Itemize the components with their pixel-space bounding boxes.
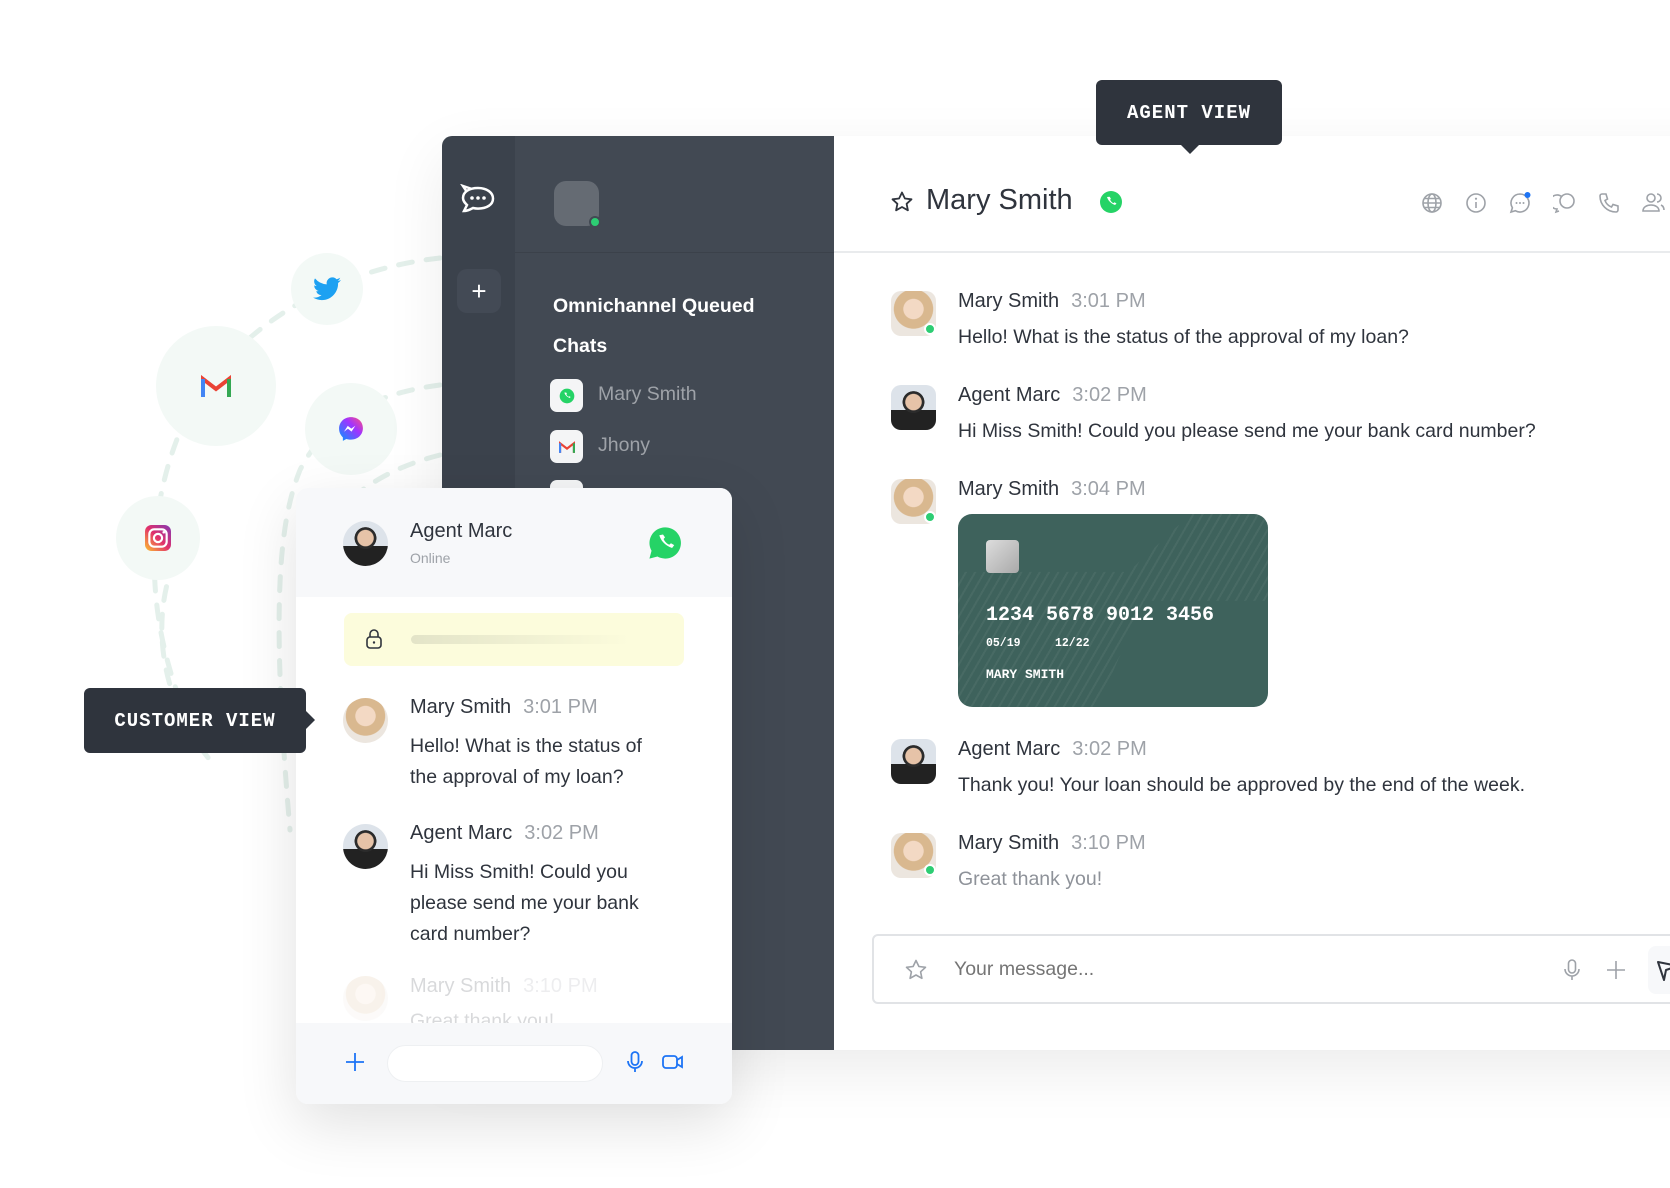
rocketchat-logo-icon — [460, 184, 495, 213]
plus-icon[interactable] — [1604, 958, 1628, 982]
online-status-dot — [589, 216, 601, 228]
message-header: Agent Marc 3:02 PM — [410, 822, 599, 845]
message-text: Hi Miss Smith! Could you please send me … — [958, 420, 1536, 442]
avatar — [343, 824, 388, 869]
chat-room-title: Mary Smith — [926, 184, 1073, 216]
card-holder: MARY SMITH — [986, 667, 1065, 682]
message-time: 3:01 PM — [1071, 290, 1146, 312]
message-time: 3:04 PM — [1071, 478, 1146, 500]
message-author: Agent Marc — [958, 384, 1061, 406]
messenger-icon — [305, 383, 397, 475]
whatsapp-icon — [1100, 191, 1122, 213]
whatsapp-icon — [649, 527, 681, 559]
message-header: Mary Smith 3:01 PM — [410, 696, 598, 719]
message-author: Agent Marc — [958, 738, 1061, 760]
twitter-icon — [291, 253, 363, 325]
send-button[interactable] — [1648, 946, 1670, 994]
message-author: Agent Marc — [410, 822, 513, 844]
globe-icon[interactable] — [1420, 191, 1444, 215]
sidebar-item-mary-smith[interactable]: Mary Smith — [550, 379, 810, 413]
message-time: 3:10 PM — [523, 975, 598, 997]
plus-icon[interactable] — [343, 1050, 367, 1074]
widget-composer — [296, 1023, 732, 1104]
phone-icon[interactable] — [1597, 191, 1621, 215]
message-author: Mary Smith — [958, 832, 1060, 854]
sidebar-item-label: Jhony — [598, 434, 651, 456]
message-time: 3:02 PM — [524, 822, 599, 844]
create-new-button[interactable]: + — [457, 269, 501, 313]
message-author: Mary Smith — [958, 478, 1060, 500]
message-header: Mary Smith 3:10 PM — [410, 975, 598, 998]
message-text: Great thank you! — [958, 868, 1103, 890]
online-status-dot — [924, 864, 936, 876]
card-chip-icon — [986, 540, 1019, 573]
members-icon[interactable] — [1641, 191, 1665, 215]
bank-card-attachment[interactable]: 1234 5678 9012 3456 05/19 12/22 MARY SMI… — [958, 514, 1268, 707]
online-status-dot — [924, 511, 936, 523]
message-text: Hi Miss Smith! Could you please send me … — [410, 861, 639, 945]
message-text: Hello! What is the status of the approva… — [410, 735, 642, 788]
threads-icon[interactable] — [1553, 191, 1577, 215]
widget-message-input[interactable] — [387, 1045, 603, 1082]
microphone-icon[interactable] — [1560, 958, 1584, 982]
message-header: Agent Marc 3:02 PM — [958, 738, 1147, 761]
lock-icon — [366, 629, 382, 649]
message-time: 3:02 PM — [1072, 738, 1147, 760]
avatar — [343, 976, 388, 1021]
gmail-icon — [550, 430, 583, 463]
sidebar-item-label: Mary Smith — [598, 383, 697, 405]
message-author: Mary Smith — [958, 290, 1060, 312]
info-icon[interactable] — [1464, 191, 1488, 215]
online-status-dot — [924, 323, 936, 335]
avatar — [343, 698, 388, 743]
avatar — [891, 385, 936, 430]
microphone-icon[interactable] — [623, 1050, 647, 1074]
message-header: Mary Smith 3:04 PM — [958, 478, 1146, 501]
message-time: 3:10 PM — [1071, 832, 1146, 854]
message-text: Hello! What is the status of the approva… — [958, 326, 1409, 348]
card-valid-thru: 12/22 — [1055, 637, 1090, 650]
agent-view-label: AGENT VIEW — [1096, 80, 1282, 145]
sidebar-item-jhony[interactable]: Jhony — [550, 430, 810, 464]
message-header: Agent Marc 3:02 PM — [958, 384, 1147, 407]
message-text: Thank you! Your loan should be approved … — [958, 774, 1525, 796]
message-author: Mary Smith — [410, 975, 512, 997]
message-time: 3:02 PM — [1072, 384, 1147, 406]
message-composer — [872, 934, 1670, 1004]
card-valid-from: 05/19 — [986, 637, 1021, 650]
sidebar-section-title: Omnichannel Queued Chats — [553, 295, 755, 357]
encrypted-notice — [344, 613, 684, 666]
send-icon — [1657, 961, 1670, 981]
gmail-icon — [156, 326, 276, 446]
message-input[interactable] — [954, 952, 1394, 986]
agent-status: Online — [410, 550, 451, 566]
card-number: 1234 5678 9012 3456 — [986, 604, 1215, 627]
message-header: Mary Smith 3:10 PM — [958, 832, 1146, 855]
instagram-icon — [116, 496, 200, 580]
message-header: Mary Smith 3:01 PM — [958, 290, 1146, 313]
customer-chat-widget: Agent Marc Online Mary Smith 3:01 PM Hell… — [296, 488, 732, 1104]
message-author: Mary Smith — [410, 696, 512, 718]
customer-view-label: CUSTOMER VIEW — [84, 688, 306, 753]
favorite-star-icon[interactable] — [890, 190, 914, 214]
emoji-star-icon[interactable] — [904, 958, 928, 982]
whatsapp-icon — [550, 379, 583, 412]
agent-avatar — [343, 521, 388, 566]
video-call-icon[interactable] — [661, 1050, 685, 1074]
discussion-icon[interactable] — [1508, 191, 1532, 215]
message-time: 3:01 PM — [523, 696, 598, 718]
agent-name: Agent Marc — [410, 520, 513, 542]
avatar — [891, 739, 936, 784]
